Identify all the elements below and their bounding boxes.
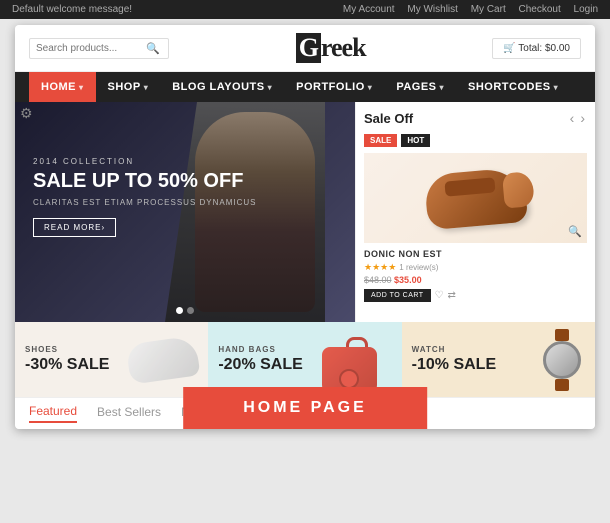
promo-shoes[interactable]: SHOES -30% SALE [15,322,208,397]
search-bar[interactable]: 🔍 [29,38,169,59]
promo-watch-text: WATCH -10% SALE [412,345,496,374]
compare-icon[interactable]: ⇄ [448,290,456,301]
promo-shoes-text: SHOES -30% SALE [25,345,109,374]
shoe-visual [423,166,527,230]
hero-pagination [176,307,194,314]
promo-watch-category: WATCH [412,345,496,354]
wishlist-icon[interactable]: ♡ [435,290,444,301]
my-cart-link[interactable]: My Cart [471,4,506,15]
hero-title: SALE UP TO 50% OFF [33,170,257,192]
top-bar: Default welcome message! My Account My W… [0,0,610,19]
promo-shoes-image [128,332,198,387]
hero-text-block: 2014 Collection SALE UP TO 50% OFF Clari… [33,157,257,237]
promo-handbags-image [322,332,392,387]
sale-nav-controls: ‹ › [568,110,587,126]
site-logo: Greek [296,33,366,63]
search-icon[interactable]: 🔍 [146,42,160,55]
new-price: $35.00 [394,275,422,285]
promo-watch-discount: -10% SALE [412,356,496,374]
outer-wrapper: ⚙ 🔍 Greek 🛒 Total: $0.00 HOME ▾ SHOP ▾ [0,25,610,429]
nav-pages-arrow: ▾ [440,83,445,92]
search-input[interactable] [36,43,146,54]
nav-blog-arrow: ▾ [268,83,273,92]
promo-handbags-discount: -20% SALE [218,356,302,374]
product-rating: ★★★★ 1 review(s) [364,262,587,273]
sale-badge: SALE [364,134,397,147]
product-zoom-icon[interactable]: 🔍 [568,225,582,238]
promo-shoes-category: SHOES [25,345,109,354]
sale-off-header: Sale Off ‹ › [364,110,587,126]
hero-slider: 2014 Collection SALE UP TO 50% OFF Clari… [15,102,355,322]
promo-banners: SHOES -30% SALE HAND BAGS -20% SALE [15,322,595,397]
logo-letter: G [296,33,321,63]
hero-sub-label: 2014 Collection [33,157,257,166]
product-actions: Add To Cart ♡ ⇄ [364,289,587,302]
hot-badge: HOT [401,134,430,147]
top-bar-links: My Account My Wishlist My Cart Checkout … [333,4,598,15]
sale-off-panel: Sale Off ‹ › SALE HOT [355,102,595,322]
hero-read-more-button[interactable]: READ MORE› [33,218,116,237]
main-wrapper: 🔍 Greek 🛒 Total: $0.00 HOME ▾ SHOP ▾ BLO… [15,25,595,429]
nav-blog[interactable]: BLOG LAYOUTS ▾ [160,72,284,102]
checkout-link[interactable]: Checkout [519,4,561,15]
watch-face [543,341,581,379]
promo-handbags-text: HAND BAGS -20% SALE [218,345,302,374]
nav-home[interactable]: HOME ▾ [29,72,96,102]
content-area: 2014 Collection SALE UP TO 50% OFF Clari… [15,102,595,322]
hero-dot-2[interactable] [187,307,194,314]
nav-portfolio[interactable]: PORTFOLIO ▾ [284,72,384,102]
logo-text: reek [321,33,366,62]
shoe-strap [444,177,495,196]
star-icons: ★★★★ [364,262,396,273]
review-count: 1 review(s) [399,263,438,272]
nav-shortcodes[interactable]: SHORTCODES ▾ [456,72,570,102]
nav-shortcodes-arrow: ▾ [554,83,559,92]
shoe-toe [501,171,534,208]
login-link[interactable]: Login [574,4,598,15]
main-nav: HOME ▾ SHOP ▾ BLOG LAYOUTS ▾ PORTFOLIO ▾… [15,72,595,102]
watch-strap-top [555,329,569,341]
add-to-cart-button[interactable]: Add To Cart [364,289,431,302]
promo-handbags-category: HAND BAGS [218,345,302,354]
nav-pages[interactable]: PAGES ▾ [384,72,456,102]
sneaker-visual [126,335,201,384]
watch-strap-bottom [555,379,569,391]
settings-gear-icon[interactable]: ⚙ [20,105,33,122]
nav-shop-arrow: ▾ [144,83,149,92]
watch-visual [540,335,585,385]
sale-off-title: Sale Off [364,111,413,126]
hero-description: Claritas est etiam processus dynamicus [33,198,257,207]
product-price: $48.00 $35.00 [364,275,587,285]
sale-prev-button[interactable]: ‹ [568,110,577,126]
nav-home-arrow: ▾ [79,83,84,92]
site-header: 🔍 Greek 🛒 Total: $0.00 [15,25,595,72]
old-price: $48.00 [364,275,392,285]
tab-best-sellers[interactable]: Best Sellers [97,405,161,422]
tab-featured[interactable]: Featured [29,404,77,423]
my-wishlist-link[interactable]: My Wishlist [407,4,458,15]
sale-next-button[interactable]: › [578,110,587,126]
promo-watch[interactable]: WATCH -10% SALE [402,322,595,397]
nav-portfolio-arrow: ▾ [368,83,373,92]
product-name: DONIC NON EST [364,249,587,259]
promo-handbags[interactable]: HAND BAGS -20% SALE [208,322,401,397]
hero-dot-1[interactable] [176,307,183,314]
homepage-overlay: HOME PAGE [183,387,427,429]
sale-product-image: 🔍 [364,153,587,243]
welcome-message: Default welcome message! [12,4,132,15]
sale-badges: SALE HOT [364,134,587,147]
my-account-link[interactable]: My Account [343,4,395,15]
nav-shop[interactable]: SHOP ▾ [96,72,161,102]
promo-shoes-discount: -30% SALE [25,356,109,374]
cart-button[interactable]: 🛒 Total: $0.00 [492,38,581,59]
hero-background: 2014 Collection SALE UP TO 50% OFF Clari… [15,102,355,322]
homepage-button[interactable]: HOME PAGE [183,387,427,429]
